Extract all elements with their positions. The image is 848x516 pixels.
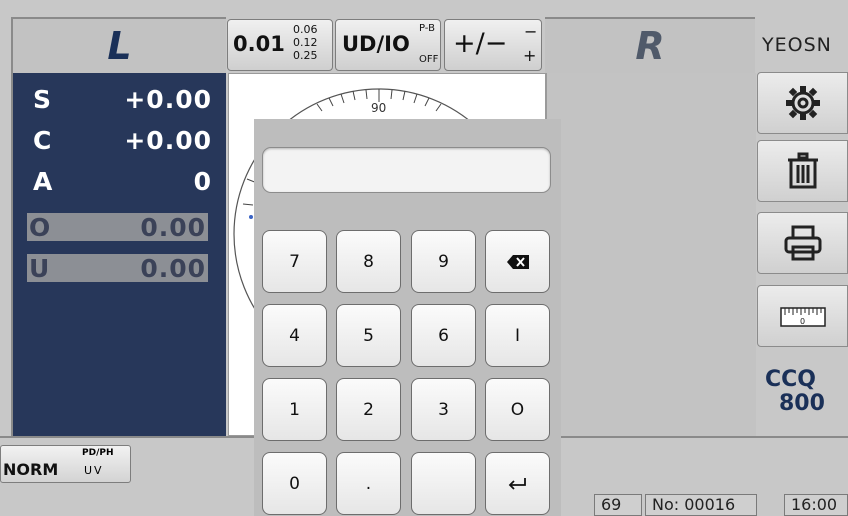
ruler-icon: 0 [779,307,826,327]
prism-off-label: OFF [419,54,439,65]
key-8[interactable]: 8 [336,230,401,293]
model-line2: 800 [779,391,825,416]
backspace-key[interactable] [485,230,550,293]
plus-label: + [523,46,537,65]
minus-label: − [524,22,538,41]
prism-u-label: U [29,254,50,283]
keypad-display[interactable] [262,147,551,193]
key-1[interactable]: 1 [262,378,327,441]
key-4[interactable]: 4 [262,304,327,367]
left-lens-label: L [107,24,132,68]
key-blank[interactable] [411,452,476,515]
print-button[interactable] [757,212,848,274]
brand-logo: YEOSN [762,34,832,56]
key-0[interactable]: 0 [262,452,327,515]
prism-u-row: U 0.00 [27,254,208,283]
measure-mode-button[interactable]: NORM PD/PH UV [0,445,131,483]
axis-label: A [33,167,53,196]
key-6[interactable]: 6 [411,304,476,367]
pd-ph-label: PD/PH [82,448,114,458]
sphere-value: +0.00 [124,85,212,114]
prism-o-value: 0.00 [140,213,206,242]
axis-row: A0 [33,167,212,197]
mode-label: NORM [3,460,59,479]
enter-icon [508,477,526,490]
svg-text:0: 0 [800,317,805,326]
lensmeter-screen: L 0.01 0.06 0.12 0.25 UD/IO P-B OFF +/− … [0,0,848,516]
acuity-option: 0.25 [293,49,318,62]
key-2[interactable]: 2 [336,378,401,441]
trash-icon [787,152,818,189]
key-3[interactable]: 3 [411,378,476,441]
right-lens-header[interactable]: R [545,17,755,73]
model-line1: CCQ [765,367,816,392]
model-name: CCQ 800 [765,368,825,416]
sphere-row: S +0.00 [33,85,212,115]
acuity-main-value: 0.01 [233,32,285,56]
ud-io-button[interactable]: UD/IO P-B OFF [335,19,441,71]
printer-icon [784,225,821,261]
cylinder-label: C [33,126,52,155]
left-lens-header[interactable]: L [11,17,226,73]
cylinder-value: +0.00 [124,126,212,155]
enter-key[interactable] [485,452,550,515]
sphere-label: S [33,85,52,114]
gear-icon [785,86,820,120]
key-5[interactable]: 5 [336,304,401,367]
prism-u-value: 0.00 [140,254,206,283]
axis-value: 0 [193,167,212,196]
chart-90-label: 90 [371,101,386,115]
sign-label: +/− [453,28,508,59]
status-count: 69 [594,494,642,516]
acuity-option: 0.06 [293,23,318,36]
measure-pd-button[interactable]: 0 [757,285,848,347]
left-readings-panel: S +0.00 C +0.00 A0 O 0.00 U 0.00 [11,73,226,436]
record-number: No: 00016 [645,494,757,516]
delete-button[interactable] [757,140,848,202]
acuity-button[interactable]: 0.01 0.06 0.12 0.25 [227,19,333,71]
key-o[interactable]: O [485,378,550,441]
settings-button[interactable] [757,72,848,134]
prism-o-row: O 0.00 [27,213,208,242]
acuity-option: 0.12 [293,36,318,49]
prism-o-label: O [29,213,51,242]
uv-label: UV [84,464,104,477]
prism-base-label: P-B [419,23,435,34]
key-decimal[interactable]: . [336,452,401,515]
acuity-options: 0.06 0.12 0.25 [293,23,318,62]
key-i[interactable]: I [485,304,550,367]
key-9[interactable]: 9 [411,230,476,293]
cylinder-row: C +0.00 [33,126,212,156]
key-7[interactable]: 7 [262,230,327,293]
ud-io-label: UD/IO [342,32,410,56]
right-lens-label: R [635,24,665,68]
clock: 16:00 [784,494,848,516]
right-readings-panel [546,73,756,436]
cylinder-sign-button[interactable]: +/− − + [444,19,542,71]
numeric-keypad: 7 8 9 4 5 6 I 1 2 3 O 0 . [254,119,561,516]
backspace-icon [506,254,529,269]
